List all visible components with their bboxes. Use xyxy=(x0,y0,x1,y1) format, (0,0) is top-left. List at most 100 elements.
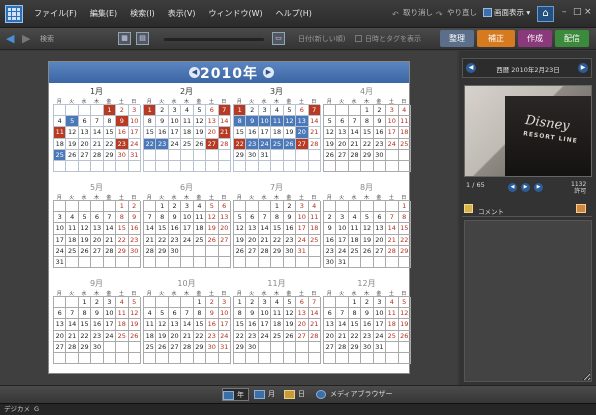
day-cell[interactable]: 29 xyxy=(116,245,129,257)
day-cell[interactable]: 15 xyxy=(103,127,117,139)
day-cell[interactable]: 26 xyxy=(234,245,247,257)
tab-create[interactable]: 作成 xyxy=(518,30,552,47)
day-cell[interactable]: 11 xyxy=(308,212,321,224)
day-cell[interactable]: 4 xyxy=(144,308,157,320)
day-cell[interactable]: 15 xyxy=(156,223,169,235)
day-cell[interactable]: 30 xyxy=(246,341,259,353)
day-cell[interactable]: 22 xyxy=(271,234,284,246)
day-cell[interactable]: 31 xyxy=(128,149,141,161)
day-cell[interactable]: 19 xyxy=(283,127,297,139)
day-cell[interactable]: 21 xyxy=(308,127,321,139)
month-3[interactable]: 3月月火水木金土日 1 2 3 4 5 6 7 8 9 10 11 12 13 14 15 16 17 18 19 20… xyxy=(233,86,321,181)
day-cell[interactable]: 9 xyxy=(283,212,297,224)
day-cell[interactable]: 27 xyxy=(168,341,182,353)
day-cell[interactable]: 10 xyxy=(373,308,387,320)
day-cell[interactable]: 13 xyxy=(296,116,309,128)
day-cell[interactable]: 28 xyxy=(181,341,194,353)
day-cell[interactable]: 24 xyxy=(296,234,309,246)
day-cell[interactable]: 9 xyxy=(324,223,337,235)
day-cell[interactable]: 24 xyxy=(373,330,387,342)
day-cell[interactable]: 23 xyxy=(373,138,387,150)
menu-file[interactable]: ファイル(F) xyxy=(34,8,77,19)
day-cell[interactable]: 15 xyxy=(116,223,129,235)
day-cell[interactable]: 16 xyxy=(373,127,387,139)
day-cell[interactable]: 25 xyxy=(386,330,399,342)
day-cell[interactable]: 13 xyxy=(91,223,104,235)
day-cell[interactable]: 29 xyxy=(193,341,207,353)
day-cell[interactable]: 18 xyxy=(66,234,79,246)
day-cell[interactable]: 26 xyxy=(206,234,219,246)
day-cell[interactable]: 20 xyxy=(206,127,219,139)
day-cell[interactable]: 13 xyxy=(78,127,92,139)
day-cell[interactable]: 23 xyxy=(283,234,297,246)
day-cell[interactable]: 13 xyxy=(54,319,67,331)
day-cell[interactable]: 4 xyxy=(193,201,207,213)
day-cell[interactable]: 3 xyxy=(336,212,349,224)
menu-window[interactable]: ウィンドウ(W) xyxy=(208,8,262,19)
day-cell[interactable]: 12 xyxy=(234,223,247,235)
day-cell[interactable]: 31 xyxy=(258,149,272,161)
day-cell[interactable]: 8 xyxy=(271,212,284,224)
day-cell[interactable]: 7 xyxy=(308,105,321,117)
day-cell[interactable]: 10 xyxy=(168,116,182,128)
day-cell[interactable]: 13 xyxy=(336,127,349,139)
day-cell[interactable]: 6 xyxy=(246,212,259,224)
edit-comment-icon[interactable] xyxy=(576,204,586,213)
day-cell[interactable]: 3 xyxy=(103,297,117,309)
next-photo-icon[interactable]: ▶ xyxy=(534,183,543,192)
day-cell[interactable]: 31 xyxy=(373,341,387,353)
menu-find[interactable]: 検索(I) xyxy=(130,8,155,19)
day-cell[interactable]: 20 xyxy=(324,330,337,342)
day-cell[interactable]: 14 xyxy=(144,223,157,235)
day-cell[interactable]: 7 xyxy=(66,308,79,320)
day-cell[interactable]: 16 xyxy=(116,127,129,139)
day-cell[interactable]: 7 xyxy=(181,308,194,320)
day-cell[interactable]: 1 xyxy=(78,297,92,309)
day-cell[interactable]: 27 xyxy=(78,149,92,161)
day-cell[interactable]: 5 xyxy=(283,297,297,309)
day-cell[interactable]: 19 xyxy=(66,138,79,150)
month-12[interactable]: 12月月火水木金土日 1 2 3 4 5 6 7 8 9 10 11 12 13 14 15 16 17 18 19 2… xyxy=(323,278,411,373)
day-cell[interactable]: 19 xyxy=(361,234,374,246)
day-cell[interactable]: 3 xyxy=(218,297,231,309)
day-cell[interactable]: 10 xyxy=(128,116,141,128)
day-cell[interactable]: 6 xyxy=(206,105,219,117)
day-cell[interactable]: 26 xyxy=(283,330,297,342)
day-cell[interactable]: 22 xyxy=(144,138,157,150)
day-cell[interactable]: 19 xyxy=(398,319,411,331)
day-cell[interactable]: 20 xyxy=(54,330,67,342)
day-cell[interactable]: 21 xyxy=(144,234,157,246)
app-icon[interactable] xyxy=(5,5,23,23)
day-cell[interactable]: 12 xyxy=(283,116,297,128)
day-cell[interactable]: 11 xyxy=(348,223,362,235)
day-cell[interactable]: 25 xyxy=(116,330,129,342)
day-cell[interactable]: 31 xyxy=(218,341,231,353)
day-cell[interactable]: 8 xyxy=(116,212,129,224)
month-11[interactable]: 11月月火水木金土日 1 2 3 4 5 6 7 8 9 10 11 12 13 14 15 16 17 18 19 2… xyxy=(233,278,321,373)
day-cell[interactable]: 12 xyxy=(324,127,337,139)
thumbnail-view-icon[interactable]: ▦ xyxy=(118,32,131,45)
day-cell[interactable]: 4 xyxy=(271,297,284,309)
day-cell[interactable]: 5 xyxy=(78,212,92,224)
next-day-icon[interactable]: ▶ xyxy=(578,63,588,73)
day-cell[interactable]: 6 xyxy=(78,116,92,128)
day-cell[interactable]: 5 xyxy=(398,297,411,309)
day-cell[interactable]: 28 xyxy=(103,245,117,257)
day-cell[interactable]: 21 xyxy=(218,127,231,139)
day-cell[interactable]: 8 xyxy=(348,308,362,320)
day-cell[interactable]: 23 xyxy=(116,138,129,150)
day-cell[interactable]: 16 xyxy=(168,223,182,235)
day-cell[interactable]: 18 xyxy=(54,138,67,150)
menu-edit[interactable]: 編集(E) xyxy=(90,8,117,19)
year-view-button[interactable]: 年 xyxy=(222,388,249,401)
month-10[interactable]: 10月月火水木金土日 1 2 3 4 5 6 7 8 9 10 11 12 13 14 15 16 17 18 19 2… xyxy=(143,278,231,373)
month-8[interactable]: 8月月火水木金土日 1 2 3 4 5 6 7 8 9 10 11 12 13 14 15 16 17 18 19 20… xyxy=(323,182,411,277)
day-cell[interactable]: 7 xyxy=(103,212,117,224)
day-cell[interactable]: 26 xyxy=(193,138,207,150)
day-cell[interactable]: 3 xyxy=(296,201,309,213)
day-cell[interactable]: 13 xyxy=(246,223,259,235)
day-cell[interactable]: 23 xyxy=(91,330,104,342)
month-6[interactable]: 6月月火水木金土日 1 2 3 4 5 6 7 8 9 10 11 12 13 14 15 16 17 18 19 20… xyxy=(143,182,231,277)
day-cell[interactable]: 26 xyxy=(78,245,92,257)
day-cell[interactable]: 24 xyxy=(181,234,194,246)
